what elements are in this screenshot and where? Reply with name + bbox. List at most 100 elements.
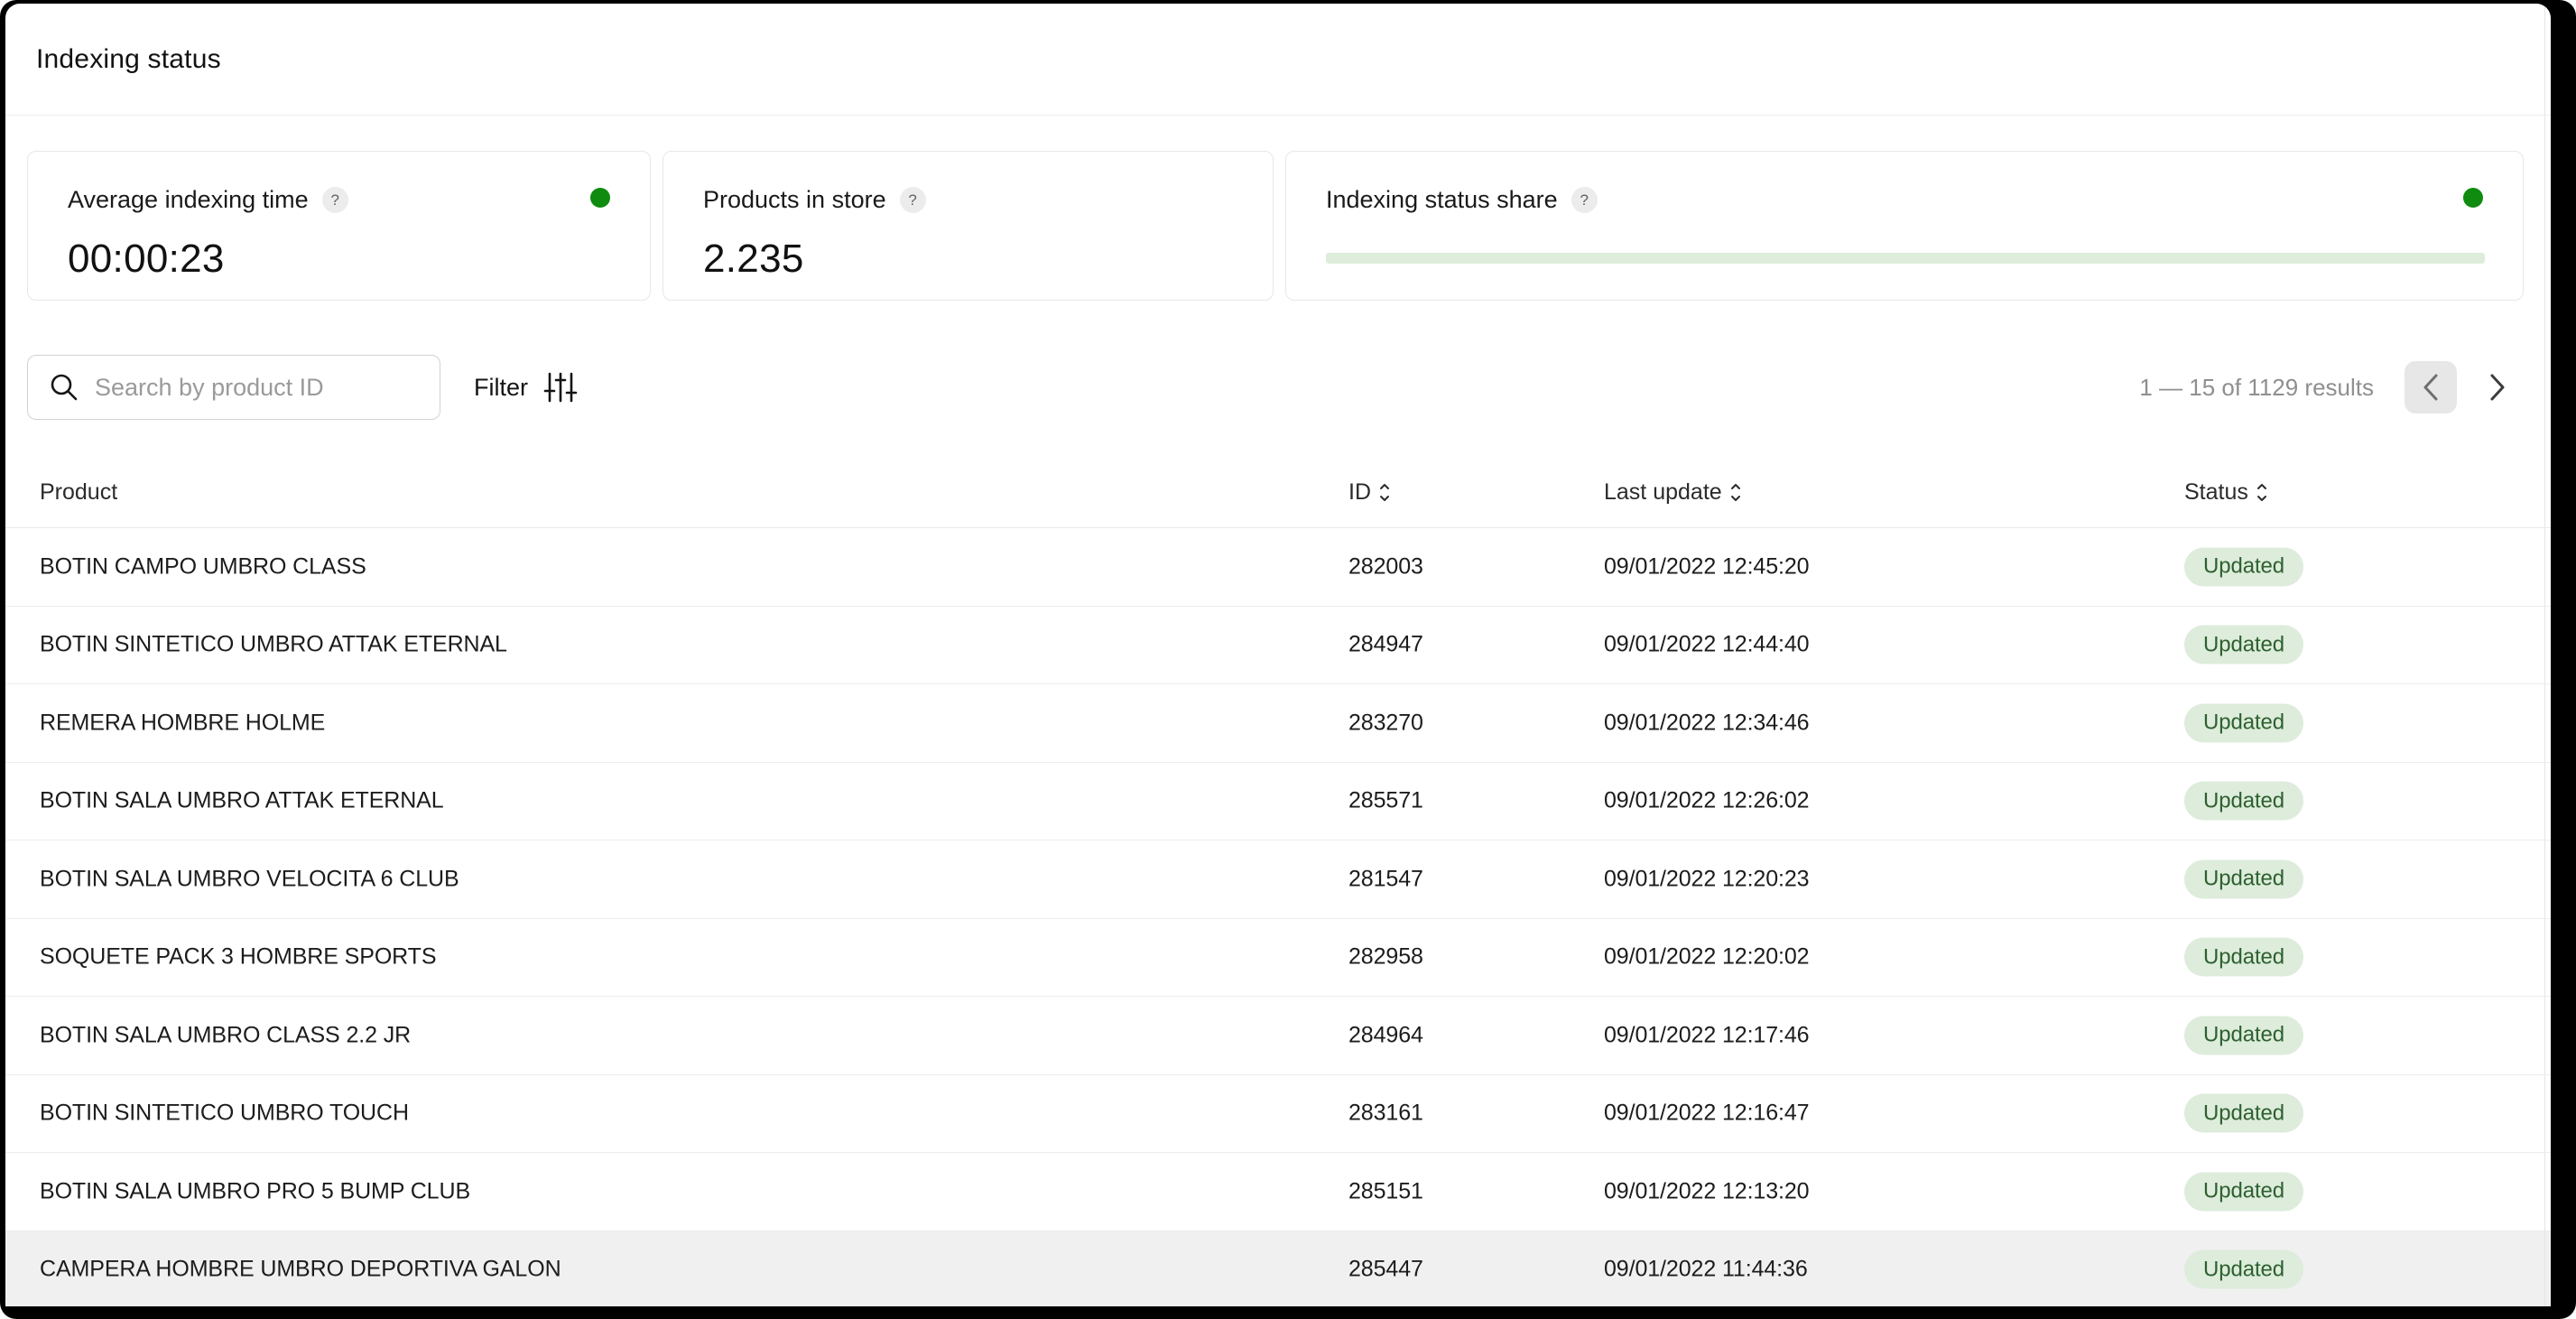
status-cell: Updated — [2184, 1250, 2303, 1289]
status-badge: Updated — [2184, 703, 2303, 742]
product-id: 285447 — [1348, 1257, 1423, 1283]
column-header-last-update[interactable]: Last update — [1604, 479, 1741, 506]
last-update: 09/01/2022 11:44:36 — [1604, 1257, 1808, 1283]
status-badge: Updated — [2184, 626, 2303, 664]
product-id: 281547 — [1348, 866, 1423, 892]
filter-label: Filter — [474, 374, 528, 402]
card-value: 00:00:23 — [68, 237, 610, 282]
last-update: 09/01/2022 12:13:20 — [1604, 1178, 1809, 1204]
product-id: 284947 — [1348, 632, 1423, 658]
stat-cards: Average indexing time ? 00:00:23 Product… — [27, 151, 2524, 301]
sort-icon — [1379, 482, 1390, 503]
card-label: Average indexing time — [68, 186, 309, 214]
table-row[interactable]: BOTIN SALA UMBRO ATTAK ETERNAL 285571 09… — [5, 763, 2551, 841]
column-label: Last update — [1604, 479, 1722, 506]
product-name: BOTIN SALA UMBRO PRO 5 BUMP CLUB — [40, 1178, 470, 1204]
table-row[interactable]: BOTIN SINTETICO UMBRO ATTAK ETERNAL 2849… — [5, 607, 2551, 685]
table-row[interactable]: BOTIN SALA UMBRO CLASS 2.2 JR 284964 09/… — [5, 997, 2551, 1075]
filter-button[interactable]: Filter — [474, 370, 578, 404]
page-title: Indexing status — [36, 44, 221, 75]
status-cell: Updated — [2184, 703, 2303, 742]
table-row[interactable]: BOTIN SALA UMBRO PRO 5 BUMP CLUB 285151 … — [5, 1153, 2551, 1231]
status-badge: Updated — [2184, 547, 2303, 586]
last-update: 09/01/2022 12:34:46 — [1604, 710, 1809, 736]
table-row[interactable]: CAMPERA HOMBRE UMBRO DEPORTIVA GALON 285… — [5, 1231, 2551, 1307]
product-name: BOTIN CAMPO UMBRO CLASS — [40, 553, 366, 580]
results-count: 1 — 15 of 1129 results — [2139, 374, 2374, 402]
table-row[interactable]: BOTIN SINTETICO UMBRO TOUCH 283161 09/01… — [5, 1075, 2551, 1154]
table-row[interactable]: BOTIN SALA UMBRO VELOCITA 6 CLUB 281547 … — [5, 841, 2551, 919]
table-body: BOTIN CAMPO UMBRO CLASS 282003 09/01/202… — [5, 528, 2551, 1306]
card-label: Products in store — [703, 186, 886, 214]
status-cell: Updated — [2184, 1094, 2303, 1133]
last-update: 09/01/2022 12:20:02 — [1604, 944, 1809, 971]
status-cell: Updated — [2184, 782, 2303, 821]
status-badge: Updated — [2184, 1016, 2303, 1054]
product-name: CAMPERA HOMBRE UMBRO DEPORTIVA GALON — [40, 1257, 561, 1283]
status-badge: Updated — [2184, 1250, 2303, 1289]
product-id: 285151 — [1348, 1178, 1423, 1204]
screenshot-stage: Indexing status Average indexing time ? … — [0, 0, 2576, 1319]
product-name: BOTIN SALA UMBRO ATTAK ETERNAL — [40, 788, 444, 814]
help-icon[interactable]: ? — [322, 187, 348, 213]
status-cell: Updated — [2184, 626, 2303, 664]
status-badge: Updated — [2184, 1172, 2303, 1211]
help-icon[interactable]: ? — [1571, 187, 1598, 213]
product-name: BOTIN SALA UMBRO CLASS 2.2 JR — [40, 1022, 411, 1048]
last-update: 09/01/2022 12:45:20 — [1604, 553, 1809, 580]
chevron-left-icon — [2422, 372, 2440, 403]
status-dot-icon — [2463, 188, 2483, 208]
product-name: REMERA HOMBRE HOLME — [40, 710, 325, 736]
search-input[interactable] — [95, 374, 423, 402]
card-label: Indexing status share — [1326, 186, 1558, 214]
column-header-id[interactable]: ID — [1348, 479, 1390, 506]
last-update: 09/01/2022 12:17:46 — [1604, 1022, 1809, 1048]
card-average-indexing-time: Average indexing time ? 00:00:23 — [27, 151, 651, 301]
product-id: 285571 — [1348, 788, 1423, 814]
status-badge: Updated — [2184, 782, 2303, 821]
status-dot-icon — [590, 188, 610, 208]
column-label: Product — [40, 479, 117, 506]
scrollbar-track[interactable] — [2544, 4, 2545, 1306]
search-box[interactable] — [27, 355, 440, 420]
status-badge: Updated — [2184, 859, 2303, 898]
table-row[interactable]: BOTIN CAMPO UMBRO CLASS 282003 09/01/202… — [5, 528, 2551, 607]
indexing-share-bar-fill — [1326, 253, 2485, 264]
product-name: BOTIN SALA UMBRO VELOCITA 6 CLUB — [40, 866, 459, 892]
page-header: Indexing status — [5, 4, 2551, 116]
previous-page-button[interactable] — [2405, 361, 2457, 413]
last-update: 09/01/2022 12:16:47 — [1604, 1101, 1809, 1127]
column-label: Status — [2184, 479, 2248, 506]
product-id: 284964 — [1348, 1022, 1423, 1048]
product-name: BOTIN SINTETICO UMBRO ATTAK ETERNAL — [40, 632, 507, 658]
status-cell: Updated — [2184, 1172, 2303, 1211]
indexing-status-page: Indexing status Average indexing time ? … — [5, 4, 2551, 1306]
product-name: BOTIN SINTETICO UMBRO TOUCH — [40, 1101, 409, 1127]
status-badge: Updated — [2184, 938, 2303, 977]
product-name: SOQUETE PACK 3 HOMBRE SPORTS — [40, 944, 436, 971]
table-row[interactable]: REMERA HOMBRE HOLME 283270 09/01/2022 12… — [5, 684, 2551, 763]
search-icon — [48, 371, 80, 404]
last-update: 09/01/2022 12:20:23 — [1604, 866, 1809, 892]
last-update: 09/01/2022 12:26:02 — [1604, 788, 1809, 814]
table-toolbar: Filter 1 — 15 of 1129 results — [27, 355, 2524, 420]
status-cell: Updated — [2184, 859, 2303, 898]
last-update: 09/01/2022 12:44:40 — [1604, 632, 1809, 658]
card-indexing-status-share: Indexing status share ? — [1285, 151, 2524, 301]
indexing-share-bar — [1326, 253, 2485, 264]
help-icon[interactable]: ? — [900, 187, 926, 213]
status-cell: Updated — [2184, 1016, 2303, 1054]
product-id: 282958 — [1348, 944, 1423, 971]
product-id: 283161 — [1348, 1101, 1423, 1127]
card-value: 2.235 — [703, 237, 1233, 282]
sort-icon — [2256, 482, 2267, 503]
chevron-right-icon — [2488, 372, 2507, 403]
table-row[interactable]: SOQUETE PACK 3 HOMBRE SPORTS 282958 09/0… — [5, 919, 2551, 998]
status-badge: Updated — [2184, 1094, 2303, 1133]
status-cell: Updated — [2184, 938, 2303, 977]
next-page-button[interactable] — [2471, 361, 2524, 413]
product-id: 282003 — [1348, 553, 1423, 580]
sort-icon — [1730, 482, 1741, 503]
column-header-status[interactable]: Status — [2184, 479, 2267, 506]
table-header: Product ID Last update Status — [5, 420, 2551, 528]
